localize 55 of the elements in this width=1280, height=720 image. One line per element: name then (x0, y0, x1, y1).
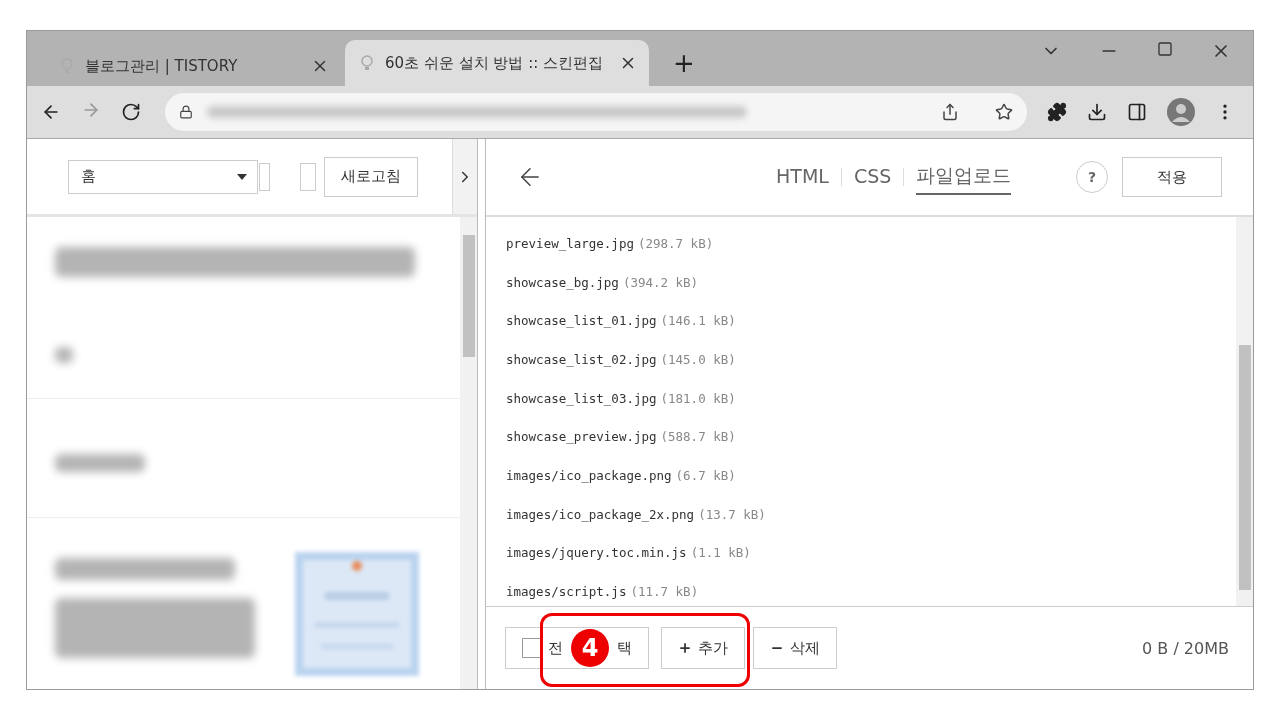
refresh-button[interactable]: 새로고침 (324, 156, 418, 197)
blurred-text (55, 347, 73, 363)
file-name[interactable]: images/ico_package_2x.png (506, 506, 695, 522)
file-name[interactable]: images/jquery.toc.min.js (506, 545, 687, 561)
browser-tab[interactable]: 60초 쉬운 설치 방법 :: 스킨편집 (345, 40, 649, 86)
star-icon[interactable] (995, 103, 1013, 121)
file-name[interactable]: showcase_list_02.jpg (506, 351, 657, 367)
page-select[interactable]: 홈 (68, 159, 258, 194)
delete-button[interactable]: 삭제 (753, 627, 837, 669)
side-panel-icon[interactable] (1127, 102, 1147, 122)
lightbulb-icon (359, 54, 375, 72)
file-size: (13.7 kB) (698, 506, 766, 522)
caret-icon (237, 173, 247, 180)
select-all-button[interactable]: 전 4 택 (505, 627, 649, 669)
file-size: (146.1 kB) (660, 313, 736, 329)
lock-icon (179, 105, 193, 119)
puzzle-icon[interactable] (1047, 102, 1067, 122)
file-size: (1.1 kB) (690, 545, 751, 561)
scrollbar[interactable] (1236, 217, 1253, 606)
new-tab-button[interactable]: + (673, 48, 695, 78)
file-size: (6.7 kB) (675, 467, 736, 483)
step-badge: 4 (571, 629, 609, 667)
editor-tab[interactable]: CSS (853, 161, 892, 193)
toggle-tab[interactable] (259, 162, 270, 191)
download-icon[interactable] (1087, 102, 1107, 122)
avatar-icon[interactable] (1167, 98, 1195, 126)
tab-title: 60초 쉬운 설치 방법 :: 스킨편집 (385, 53, 605, 73)
share-icon[interactable] (941, 103, 959, 121)
file-size: (181.0 kB) (660, 390, 736, 406)
file-name[interactable]: showcase_list_01.jpg (506, 313, 657, 329)
file-name[interactable]: showcase_list_03.jpg (506, 390, 657, 406)
tab-title: 블로그관리 | TISTORY (85, 56, 239, 76)
file-size: (394.2 kB) (622, 274, 699, 290)
file-size: (298.7 kB) (637, 235, 714, 251)
scrollbar[interactable] (460, 217, 477, 689)
browser-tab[interactable]: 블로그관리 | TISTORY (45, 46, 341, 86)
file-name[interactable]: images/ico_package.png (506, 467, 672, 483)
select-all-label: 전 (548, 638, 563, 658)
select-all-label: 택 (617, 638, 632, 658)
file-name[interactable]: showcase_bg.jpg (506, 274, 619, 290)
mobile-view-toggle[interactable] (300, 162, 316, 191)
editor-tab[interactable]: 파일업로드 (916, 159, 1012, 195)
file-name[interactable]: preview_large.jpg (506, 235, 634, 251)
file-size: (145.0 kB) (660, 351, 736, 367)
maximize-icon[interactable] (1157, 41, 1173, 57)
file-size: (588.7 kB) (660, 429, 736, 445)
file-name[interactable]: images/script.js (506, 584, 627, 600)
apply-button[interactable]: 적용 (1122, 157, 1222, 197)
file-name[interactable]: showcase_preview.jpg (506, 429, 657, 445)
editor-tab[interactable]: HTML (776, 161, 829, 193)
storage-usage: 0 B / 20MB (1142, 638, 1229, 658)
plus-icon (678, 641, 692, 655)
add-button[interactable]: 추가 (661, 627, 745, 669)
file-size: (11.7 kB) (630, 584, 699, 600)
reload-icon[interactable] (121, 102, 141, 122)
